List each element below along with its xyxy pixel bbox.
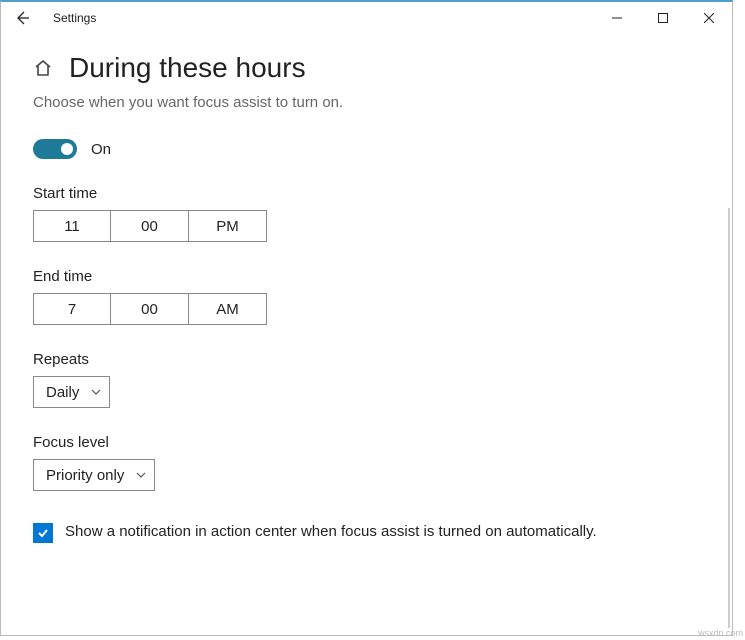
notification-checkbox-row: Show a notification in action center whe… (33, 521, 613, 543)
home-button[interactable] (33, 58, 53, 78)
app-title: Settings (53, 11, 96, 25)
focus-level-dropdown[interactable]: Priority only (33, 459, 155, 491)
window-controls (594, 2, 732, 34)
page-subtitle: Choose when you want focus assist to tur… (33, 94, 732, 111)
notification-checkbox[interactable] (33, 523, 53, 543)
repeats-label: Repeats (33, 351, 732, 368)
toggle-knob (61, 143, 73, 155)
chevron-down-icon (136, 472, 146, 478)
header-row: During these hours (33, 52, 732, 84)
maximize-icon (658, 13, 668, 23)
start-time-picker[interactable]: 11 00 PM (33, 210, 732, 242)
end-time-label: End time (33, 268, 732, 285)
repeats-value: Daily (46, 384, 79, 401)
end-hour-cell[interactable]: 7 (33, 293, 111, 325)
start-ampm-cell[interactable]: PM (189, 210, 267, 242)
toggle-row: On (33, 139, 732, 159)
end-time-picker[interactable]: 7 00 AM (33, 293, 732, 325)
focus-level-label: Focus level (33, 434, 732, 451)
settings-window: Settings During these hours Choose when … (0, 0, 733, 636)
repeats-dropdown[interactable]: Daily (33, 376, 110, 408)
maximize-button[interactable] (640, 2, 686, 34)
toggle-label: On (91, 141, 111, 158)
focus-assist-toggle[interactable] (33, 139, 77, 159)
end-ampm-cell[interactable]: AM (189, 293, 267, 325)
close-button[interactable] (686, 2, 732, 34)
start-minute-cell[interactable]: 00 (111, 210, 189, 242)
end-minute-cell[interactable]: 00 (111, 293, 189, 325)
chevron-down-icon (91, 389, 101, 395)
notification-checkbox-label: Show a notification in action center whe… (65, 521, 597, 543)
page-title: During these hours (69, 52, 306, 84)
watermark: wsxdn.com (698, 628, 743, 638)
back-arrow-icon (14, 10, 30, 26)
close-icon (704, 13, 714, 23)
start-hour-cell[interactable]: 11 (33, 210, 111, 242)
focus-level-value: Priority only (46, 467, 124, 484)
titlebar: Settings (1, 2, 732, 34)
content-area: During these hours Choose when you want … (1, 34, 732, 635)
minimize-button[interactable] (594, 2, 640, 34)
back-button[interactable] (9, 5, 35, 31)
check-icon (36, 526, 50, 540)
minimize-icon (612, 13, 622, 23)
scrollbar[interactable] (728, 208, 730, 628)
start-time-label: Start time (33, 185, 732, 202)
home-icon (33, 58, 53, 78)
